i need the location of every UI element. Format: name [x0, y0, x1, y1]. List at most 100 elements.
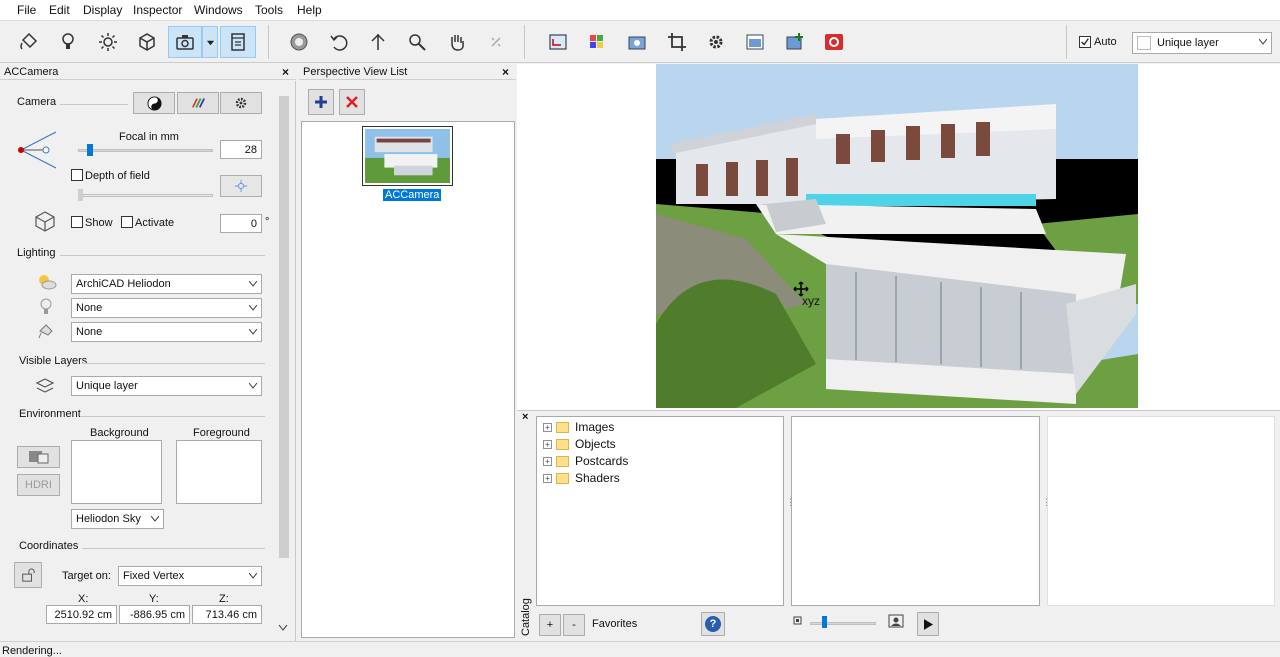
delete-view-button[interactable]	[339, 89, 365, 115]
render-preview[interactable]	[656, 64, 1138, 408]
artlantis-logo-icon[interactable]	[819, 26, 849, 58]
color-lines-button[interactable]	[177, 92, 219, 114]
play-button[interactable]	[917, 612, 939, 636]
z-input[interactable]: 713.46 cm	[192, 605, 262, 624]
camera-icon[interactable]	[168, 26, 202, 58]
catalog-close-icon[interactable]: ×	[522, 411, 528, 423]
cursor-label: xyz	[802, 294, 820, 308]
add-image-icon[interactable]	[780, 26, 810, 58]
favorites-label[interactable]: Favorites	[592, 618, 637, 630]
activate-checkbox[interactable]	[121, 216, 133, 228]
x-input[interactable]: 2510.92 cm	[46, 605, 117, 624]
pan-hand-icon[interactable]	[442, 26, 472, 58]
focus-target-icon	[234, 179, 248, 193]
y-label: Y:	[149, 593, 159, 605]
target-on-label: Target on:	[62, 570, 111, 582]
view-thumbnail[interactable]	[362, 126, 453, 186]
material-bucket-icon[interactable]	[14, 26, 44, 58]
heliodon-select-value: ArchiCAD Heliodon	[76, 278, 171, 290]
expand-icon[interactable]: +	[543, 473, 552, 483]
crop-icon[interactable]	[662, 26, 692, 58]
view-list-close-icon[interactable]: ×	[502, 65, 509, 79]
inspector-close-icon[interactable]: ×	[282, 65, 289, 79]
orbit-icon[interactable]	[284, 26, 314, 58]
catalog-help-button[interactable]: ?	[701, 612, 725, 636]
target-select[interactable]: Fixed Vertex	[118, 566, 262, 586]
foreground-preview[interactable]	[176, 440, 262, 504]
depth-slider[interactable]	[78, 194, 213, 197]
yin-yang-button[interactable]	[133, 92, 175, 114]
focal-slider[interactable]	[78, 149, 213, 152]
environment-image-button[interactable]	[17, 446, 60, 468]
focal-slider-thumb[interactable]	[87, 144, 94, 156]
show-checkbox[interactable]	[71, 216, 83, 228]
help-icon: ?	[705, 616, 721, 632]
menu-file[interactable]: File	[17, 3, 36, 17]
tree-item-shaders[interactable]: + Shaders	[543, 471, 620, 485]
visible-layers-label: Visible Layers	[19, 355, 88, 367]
depth-of-field-checkbox[interactable]	[71, 169, 83, 181]
view-thumbnail-label[interactable]: ACCamera	[383, 189, 442, 201]
splitter-handle-2[interactable]: ⋮	[1042, 498, 1051, 507]
gear-icon[interactable]	[701, 26, 731, 58]
tree-item-images[interactable]: + Images	[543, 420, 614, 434]
menu-display[interactable]: Display	[83, 3, 122, 17]
expand-icon[interactable]: +	[543, 422, 552, 432]
color-lines-icon	[192, 98, 205, 108]
target-select-value: Fixed Vertex	[123, 570, 185, 582]
background-preview[interactable]	[71, 440, 162, 504]
large-thumb-icon	[888, 614, 904, 628]
splitter-handle[interactable]: ⋮	[786, 498, 795, 507]
thumb-size-slider-thumb[interactable]	[822, 616, 827, 628]
focus-target-button[interactable]	[220, 175, 262, 197]
menu-edit[interactable]: Edit	[49, 3, 70, 17]
lock-button[interactable]	[14, 562, 42, 588]
sun-icon[interactable]	[93, 26, 123, 58]
menu-inspector[interactable]: Inspector	[133, 3, 182, 17]
auto-checkbox[interactable]	[1079, 36, 1091, 48]
depth-slider-thumb[interactable]	[78, 189, 83, 201]
tree-item-postcards[interactable]: + Postcards	[543, 454, 628, 468]
render-region-icon[interactable]	[543, 26, 573, 58]
catalog-add-button[interactable]: +	[539, 614, 561, 636]
color-palette-icon[interactable]	[582, 26, 612, 58]
object-cube-icon[interactable]	[132, 26, 162, 58]
box-icon	[35, 211, 55, 232]
zoom-icon[interactable]	[402, 26, 432, 58]
roll-icon[interactable]	[481, 26, 511, 58]
camera-dropdown-icon[interactable]	[202, 26, 218, 58]
image-window-icon[interactable]	[740, 26, 770, 58]
tree-item-objects[interactable]: + Objects	[543, 437, 616, 451]
light2-select[interactable]: None	[71, 322, 262, 342]
rotate-icon[interactable]	[324, 26, 354, 58]
inspector-scroll-thumb[interactable]	[279, 96, 289, 558]
hdri-button[interactable]: HDRI	[17, 474, 60, 496]
angle-input[interactable]: 0	[220, 214, 262, 233]
menu-help[interactable]: Help	[297, 3, 322, 17]
focal-input[interactable]: 28	[220, 140, 262, 159]
scroll-down-icon[interactable]	[278, 624, 288, 632]
panel-icon[interactable]	[220, 26, 256, 58]
sky-select[interactable]: Heliodon Sky	[71, 509, 164, 529]
snapshot-icon[interactable]	[622, 26, 652, 58]
play-icon	[923, 618, 933, 630]
layer-dropdown[interactable]: Unique layer	[1132, 32, 1272, 54]
sun-cloud-icon	[39, 275, 57, 290]
thumb-size-slider[interactable]	[810, 622, 876, 625]
menu-tools[interactable]: Tools	[255, 3, 283, 17]
toolbar: Auto Unique layer	[0, 21, 1280, 63]
visible-layer-select[interactable]: Unique layer	[71, 376, 262, 396]
add-view-button[interactable]	[308, 89, 334, 115]
expand-icon[interactable]: +	[543, 456, 552, 466]
heliodon-select[interactable]: ArchiCAD Heliodon	[71, 274, 262, 294]
expand-icon[interactable]: +	[543, 439, 552, 449]
light-bulb-icon[interactable]	[53, 26, 83, 58]
lighting-section-label: Lighting	[17, 247, 56, 259]
y-input[interactable]: -886.95 cm	[119, 605, 190, 624]
light-select[interactable]: None	[71, 298, 262, 318]
camera-settings-button[interactable]	[220, 92, 262, 114]
walk-icon[interactable]	[363, 26, 393, 58]
catalog-remove-button[interactable]: -	[563, 614, 585, 636]
menu-windows[interactable]: Windows	[194, 3, 243, 17]
layer-dropdown-value: Unique layer	[1157, 37, 1219, 49]
